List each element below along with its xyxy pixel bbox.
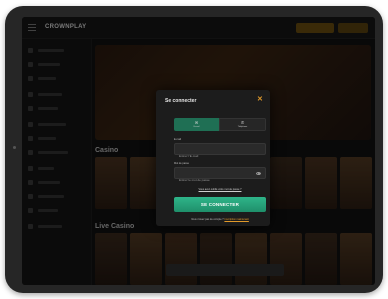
modal-title: Se connecter [165,98,197,104]
login-submit-button[interactable]: SE CONNECTER [174,197,266,212]
password-field-wrapper [174,167,266,185]
email-field-wrapper [174,143,266,161]
forgot-password-link[interactable]: Vous avez oublié votre mot de passe ? [174,188,266,191]
signup-row: Vous n'avez pas de compte ? Inscription … [174,218,266,221]
screen: CROWNPLAY Casino Live Casino Se connecte… [22,17,375,285]
close-icon[interactable]: ✕ [257,96,263,103]
camera-dot [13,146,16,149]
tab-email[interactable]: ✉ E-mail [174,118,219,131]
cookie-bar [166,264,284,276]
password-label: Mot de passe [174,162,190,165]
signup-link[interactable]: Inscription maintenant [224,218,248,221]
mail-icon: ✉ [194,119,199,125]
tab-phone-label: Téléphone [237,125,248,128]
login-method-tabs: ✉ E-mail ✆ Téléphone [174,118,266,131]
tab-phone[interactable]: ✆ Téléphone [219,118,266,131]
show-password-icon[interactable] [256,172,261,175]
tab-email-label: E-mail [193,125,200,128]
signup-prompt: Vous n'avez pas de compte ? [191,218,224,221]
tablet-frame: CROWNPLAY Casino Live Casino Se connecte… [5,6,383,293]
email-field[interactable] [175,151,265,161]
phone-icon: ✆ [240,119,245,125]
password-field[interactable] [175,175,265,185]
login-modal: Se connecter ✕ ✉ E-mail ✆ Téléphone E-ma… [156,90,270,226]
email-label: E-mail [174,138,182,141]
